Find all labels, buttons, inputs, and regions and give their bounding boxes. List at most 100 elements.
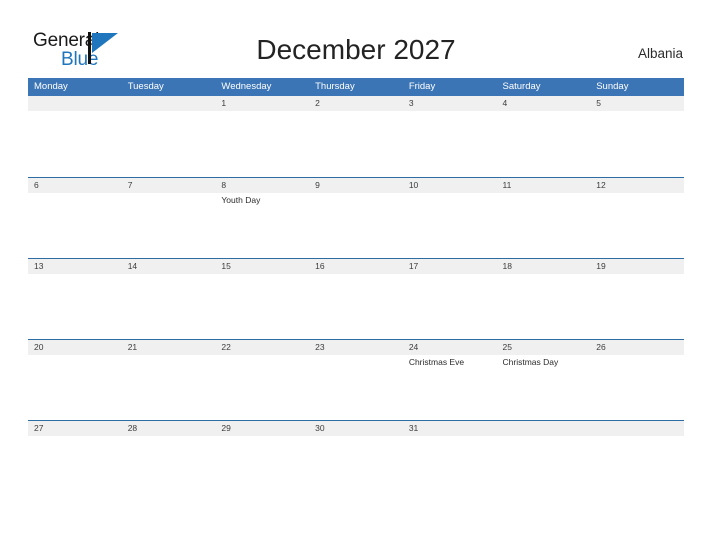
calendar-day-cell[interactable]: 2 bbox=[309, 96, 403, 176]
calendar-day-cell[interactable]: 26 bbox=[590, 340, 684, 420]
day-number: 16 bbox=[315, 261, 325, 271]
week-cells: 1 2 3 4 5 bbox=[28, 96, 684, 176]
weekday-header-thursday: Thursday bbox=[315, 81, 355, 92]
calendar-day-cell[interactable]: 18 bbox=[497, 259, 591, 339]
day-number: 23 bbox=[315, 342, 325, 352]
calendar-day-cell[interactable]: 30 bbox=[309, 421, 403, 501]
calendar-day-cell[interactable]: 17 bbox=[403, 259, 497, 339]
weekday-header-saturday: Saturday bbox=[502, 81, 541, 92]
calendar-weeks: 1 2 3 4 5 6 7 8 Youth Day 9 10 11 12 13 14 15 16 17 18 19 20… bbox=[28, 96, 684, 501]
holiday-event-label: Youth Day bbox=[221, 195, 261, 205]
weekday-header-monday: Monday bbox=[34, 81, 68, 92]
calendar-day-cell[interactable]: 22 bbox=[215, 340, 309, 420]
calendar-day-cell[interactable]: 13 bbox=[28, 259, 122, 339]
day-number: 4 bbox=[502, 98, 508, 108]
day-number: 7 bbox=[127, 180, 133, 190]
day-number bbox=[596, 421, 684, 436]
day-number bbox=[503, 421, 591, 436]
calendar-day-cell[interactable]: 9 bbox=[309, 178, 403, 258]
weekday-header-tuesday: Tuesday bbox=[127, 81, 164, 92]
weekday-header-sunday: Sunday bbox=[596, 81, 629, 92]
day-number: 9 bbox=[315, 180, 320, 190]
day-number: 14 bbox=[127, 261, 138, 271]
calendar-day-cell[interactable]: 11 bbox=[497, 178, 591, 258]
calendar-day-cell[interactable]: 20 bbox=[28, 340, 122, 420]
calendar-day-cell[interactable]: 31 bbox=[403, 421, 497, 501]
day-events: Youth Day bbox=[221, 193, 309, 206]
day-number: 24 bbox=[408, 342, 419, 352]
day-number: 15 bbox=[221, 261, 231, 271]
calendar-day-cell[interactable]: 10 bbox=[403, 178, 497, 258]
day-number: 30 bbox=[315, 423, 325, 433]
day-number: 17 bbox=[408, 261, 419, 271]
day-number: 18 bbox=[502, 261, 512, 271]
weekday-header-row: Monday Tuesday Wednesday Thursday Friday… bbox=[28, 78, 684, 96]
day-number: 1 bbox=[221, 98, 227, 108]
holiday-event-label: Christmas Day bbox=[502, 357, 559, 367]
day-number bbox=[128, 96, 216, 111]
calendar-week-row: 13 14 15 16 17 18 19 bbox=[28, 258, 684, 339]
calendar-day-cell[interactable]: 12 bbox=[590, 178, 684, 258]
week-cells: 6 7 8 Youth Day 9 10 11 12 bbox=[28, 178, 684, 258]
calendar-day-cell[interactable]: 19 bbox=[590, 259, 684, 339]
calendar-day-cell[interactable]: 28 bbox=[122, 421, 216, 501]
day-number: 21 bbox=[127, 342, 138, 352]
calendar-day-cell[interactable]: 15 bbox=[215, 259, 309, 339]
calendar-day-cell[interactable]: 1 bbox=[215, 96, 309, 176]
calendar-day-cell[interactable]: 5 bbox=[590, 96, 684, 176]
calendar-day-cell[interactable]: 4 bbox=[497, 96, 591, 176]
day-number: 10 bbox=[408, 180, 419, 190]
calendar-day-cell[interactable]: 3 bbox=[403, 96, 497, 176]
day-number: 3 bbox=[408, 98, 414, 108]
weekday-header-friday: Friday bbox=[408, 81, 436, 92]
day-number: 8 bbox=[221, 180, 227, 190]
day-number: 25 bbox=[502, 342, 512, 352]
day-number: 13 bbox=[34, 261, 44, 271]
calendar-day-cell[interactable]: 6 bbox=[28, 178, 122, 258]
holiday-event-label: Christmas Eve bbox=[408, 357, 465, 367]
calendar-day-cell[interactable]: 24 Christmas Eve bbox=[403, 340, 497, 420]
day-number bbox=[34, 96, 122, 111]
calendar-week-row: 27 28 29 30 31 bbox=[28, 420, 684, 501]
calendar-week-row: 1 2 3 4 5 bbox=[28, 96, 684, 177]
calendar-day-cell[interactable]: 27 bbox=[28, 421, 122, 501]
calendar-day-cell-empty bbox=[28, 96, 122, 176]
calendar-day-cell[interactable]: 8 Youth Day bbox=[215, 178, 309, 258]
day-number: 26 bbox=[596, 342, 606, 352]
week-cells: 20 21 22 23 24 Christmas Eve 25 Christmas Day 26 bbox=[28, 340, 684, 420]
calendar-day-cell-empty bbox=[590, 421, 684, 501]
calendar-day-cell[interactable]: 14 bbox=[122, 259, 216, 339]
day-number: 28 bbox=[127, 423, 138, 433]
day-number: 22 bbox=[221, 342, 231, 352]
day-number: 27 bbox=[34, 423, 44, 433]
day-number: 19 bbox=[596, 261, 606, 271]
calendar-week-row: 6 7 8 Youth Day 9 10 11 12 bbox=[28, 177, 684, 258]
day-events: Christmas Day bbox=[503, 355, 591, 368]
calendar-day-cell-empty bbox=[497, 421, 591, 501]
weekday-header-wednesday: Wednesday bbox=[221, 81, 272, 92]
calendar-page: General Blue December 2027 Albania Monda… bbox=[0, 0, 712, 550]
calendar-day-cell-empty bbox=[122, 96, 216, 176]
country-label: Albania bbox=[637, 46, 683, 61]
day-number: 20 bbox=[34, 342, 44, 352]
calendar-day-cell[interactable]: 29 bbox=[215, 421, 309, 501]
page-title: December 2027 bbox=[256, 34, 456, 65]
day-number: 6 bbox=[34, 180, 39, 190]
calendar-day-cell[interactable]: 23 bbox=[309, 340, 403, 420]
calendar-day-cell[interactable]: 16 bbox=[309, 259, 403, 339]
calendar-day-cell[interactable]: 21 bbox=[122, 340, 216, 420]
day-number: 5 bbox=[596, 98, 601, 108]
day-number: 11 bbox=[502, 180, 512, 190]
day-number: 29 bbox=[221, 423, 231, 433]
week-cells: 27 28 29 30 31 bbox=[28, 421, 684, 501]
calendar-day-cell[interactable]: 7 bbox=[122, 178, 216, 258]
day-events: Christmas Eve bbox=[409, 355, 497, 368]
day-number: 2 bbox=[315, 98, 320, 108]
page-header: General Blue December 2027 Albania bbox=[0, 0, 712, 78]
day-number: 12 bbox=[596, 180, 606, 190]
week-cells: 13 14 15 16 17 18 19 bbox=[28, 259, 684, 339]
calendar-grid: Monday Tuesday Wednesday Thursday Friday… bbox=[28, 78, 684, 501]
calendar-week-row: 20 21 22 23 24 Christmas Eve 25 Christmas Day 26 bbox=[28, 339, 684, 420]
day-number: 31 bbox=[408, 423, 419, 433]
calendar-day-cell[interactable]: 25 Christmas Day bbox=[497, 340, 591, 420]
